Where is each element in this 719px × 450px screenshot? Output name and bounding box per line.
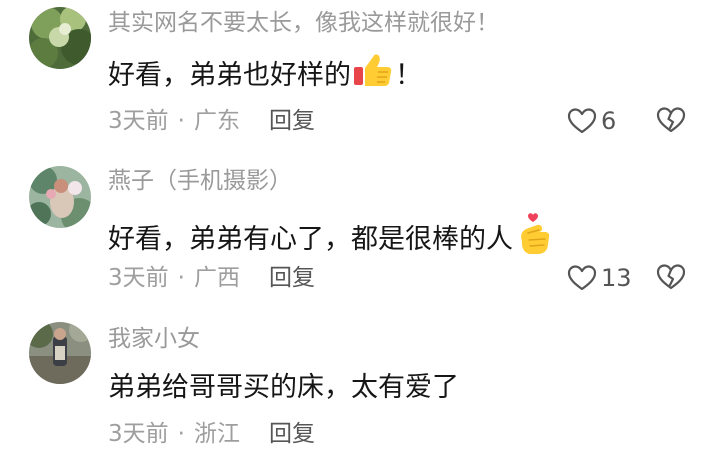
reply-button[interactable]: 回复 [269,104,315,138]
dislike-button[interactable] [656,106,686,138]
comment-time: 3天前 [108,108,169,134]
like-count: 13 [601,264,632,292]
username[interactable]: 我家小女 [108,322,200,356]
comment-text-end: ！ [395,60,422,91]
comment-text-body: 好看，弟弟也好样的 [108,60,351,91]
comment-time: 3天前 [108,421,169,447]
avatar[interactable] [29,322,91,384]
like-count: 6 [601,107,617,135]
reply-button[interactable]: 回复 [269,417,315,450]
username[interactable]: 燕子（手机摄影） [108,164,292,198]
comment-text-body: 弟弟给哥哥买的床，太有爱了 [108,372,459,403]
finger-heart-icon [515,211,553,269]
dislike-button[interactable] [656,263,686,295]
broken-heart-icon [656,264,686,295]
comment-list: 其实网名不要太长，像我这样就很好！ 好看，弟弟也好样的 ！ 3天前 · 广东 回… [0,0,719,450]
comment-time: 3天前 [108,265,169,291]
comment-meta: 3天前 · 广东 回复 [108,104,315,138]
comment-location: 广东 [193,108,240,134]
comment-item: 我家小女 弟弟给哥哥买的床，太有爱了 3天前 · 浙江 回复 [0,314,719,450]
username[interactable]: 其实网名不要太长，像我这样就很好！ [108,6,499,40]
avatar[interactable] [29,166,91,228]
comment-text-body: 好看，弟弟有心了，都是很棒的人 [108,224,513,255]
thumbs-up-icon [353,52,393,100]
broken-heart-icon [656,107,686,138]
comment-meta: 3天前 · 浙江 回复 [108,417,315,450]
comment-item: 燕子（手机摄影） 好看，弟弟有心了，都是很棒的人 3天前 · 广西 回复 13 [0,156,719,312]
comment-location: 广西 [193,265,240,291]
reply-button[interactable]: 回复 [269,261,315,295]
meta-separator: · [177,421,185,447]
comment-item: 其实网名不要太长，像我这样就很好！ 好看，弟弟也好样的 ！ 3天前 · 广东 回… [0,0,719,156]
comment-text: 好看，弟弟也好样的 ！ [108,52,422,100]
heart-outline-icon [567,107,597,135]
meta-separator: · [177,108,185,134]
comment-text: 弟弟给哥哥买的床，太有爱了 [108,368,459,408]
comment-meta: 3天前 · 广西 回复 [108,261,315,295]
heart-outline-icon [567,264,597,292]
comment-location: 浙江 [193,421,240,447]
like-button[interactable]: 6 [567,104,616,138]
like-button[interactable]: 13 [567,261,632,295]
avatar[interactable] [29,7,91,69]
meta-separator: · [177,265,185,291]
